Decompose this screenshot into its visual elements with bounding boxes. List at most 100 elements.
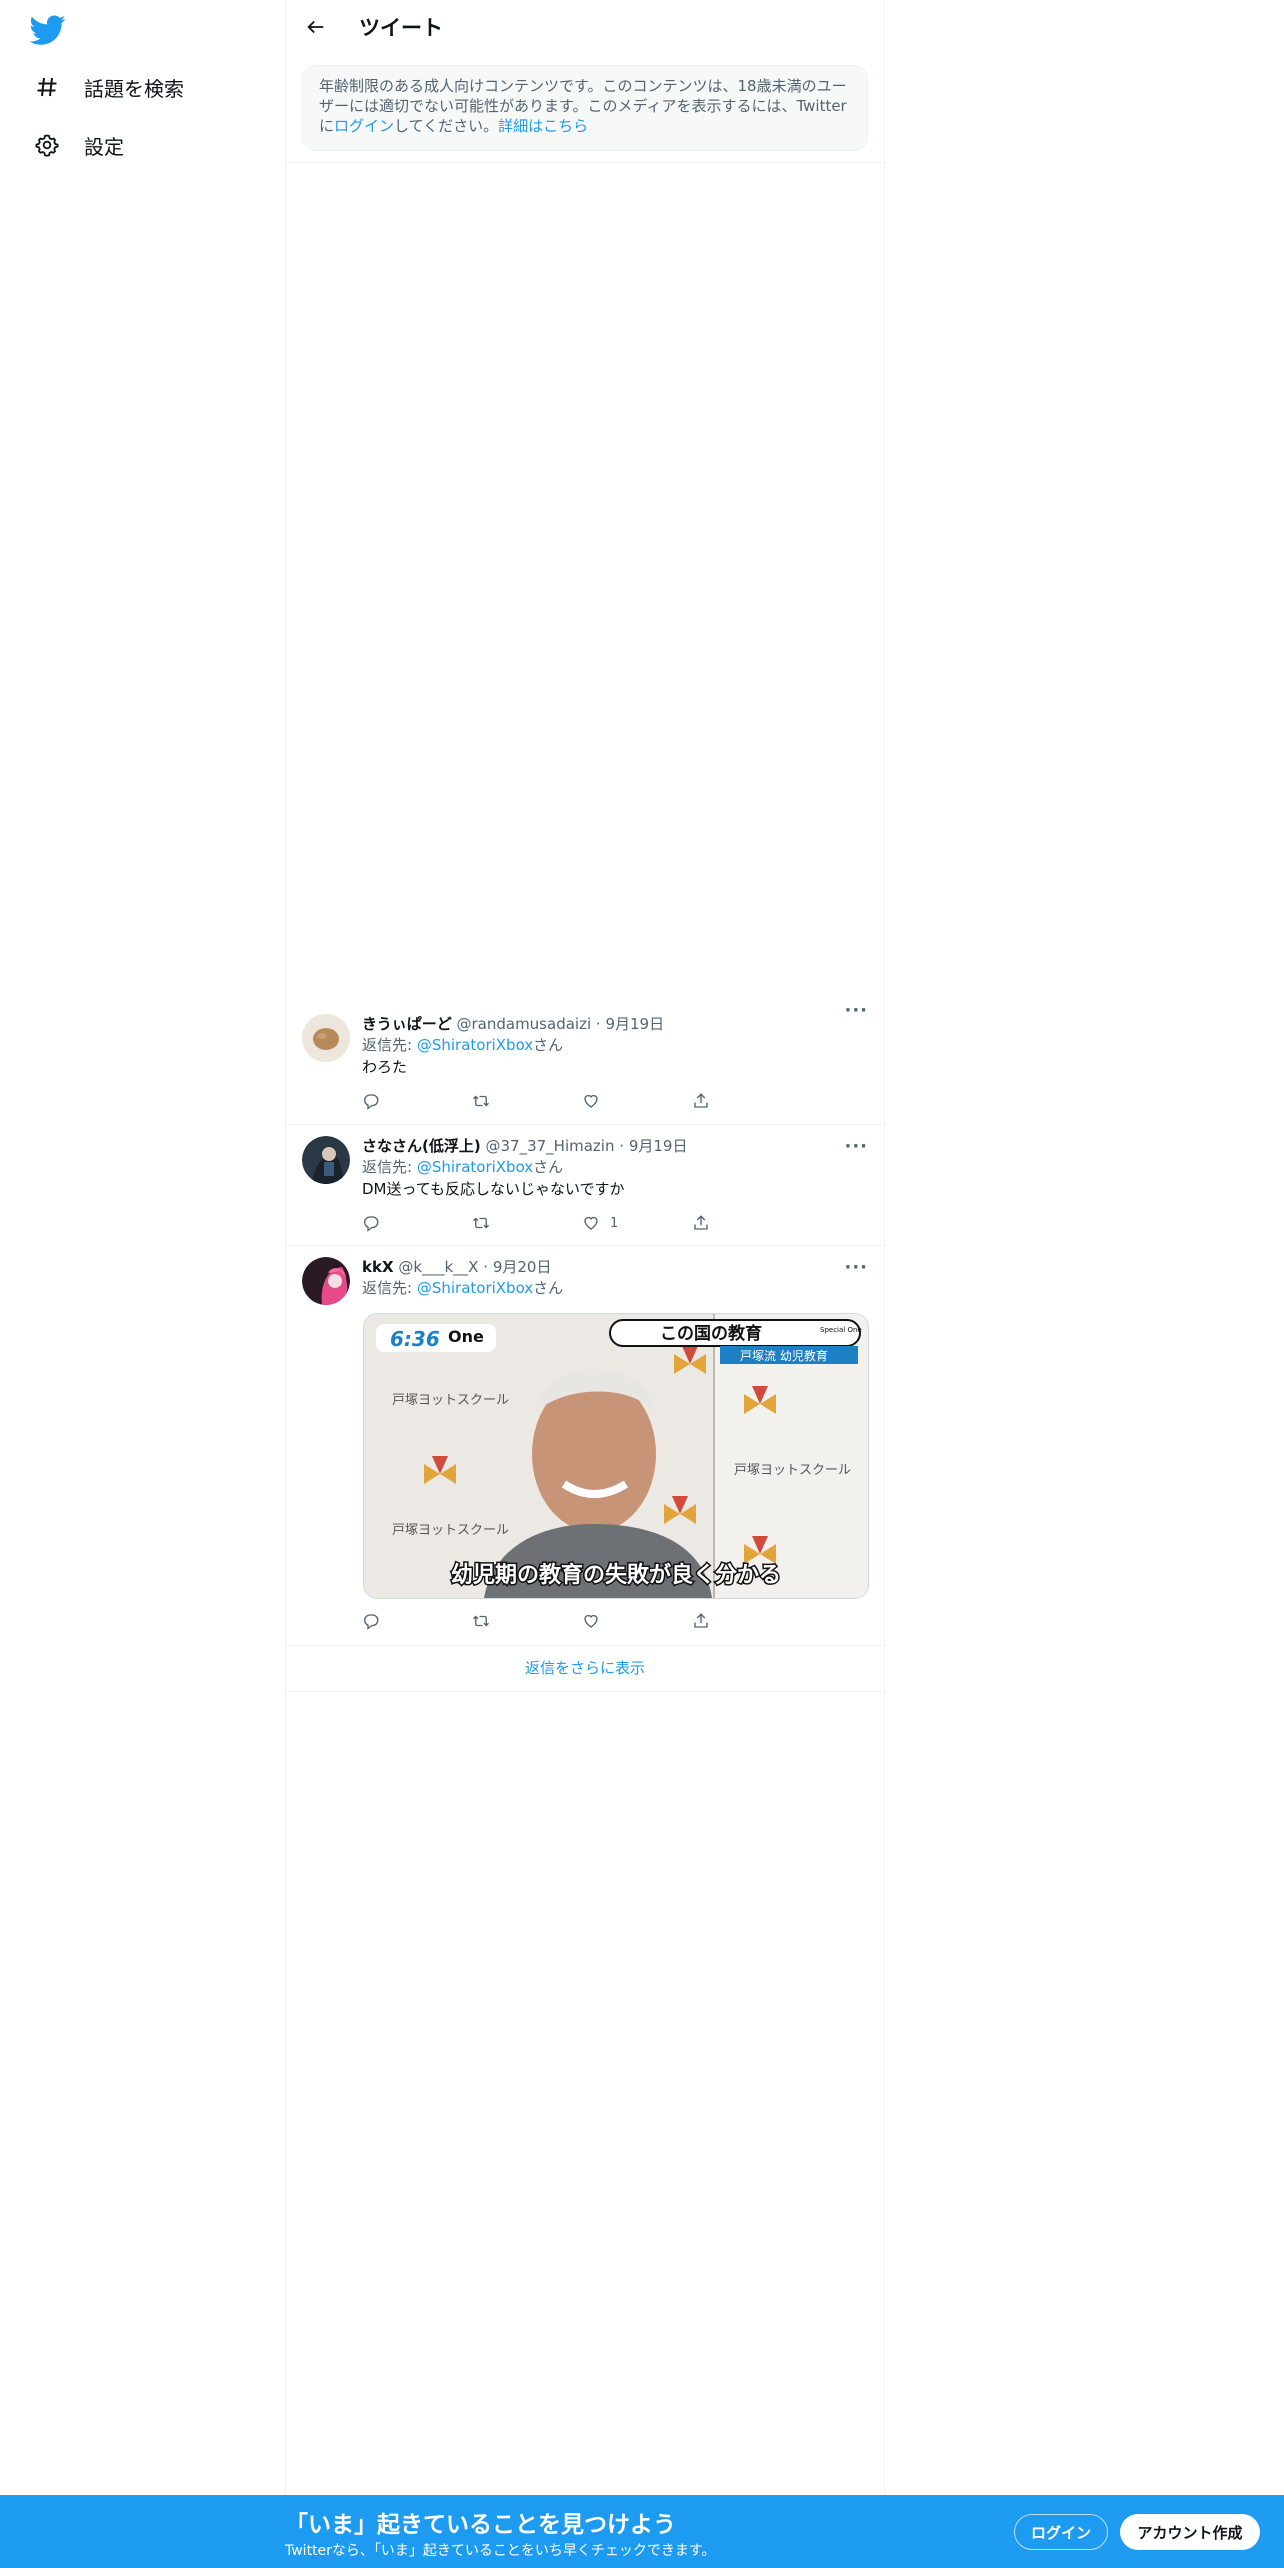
user-handle[interactable]: @randamusadaizi: [456, 1015, 591, 1033]
tweet-meta: さなさん(低浮上) @37_37_Himazin · 9月19日: [362, 1136, 868, 1156]
dot-separator: ·: [483, 1258, 489, 1276]
login-link[interactable]: ログイン: [334, 117, 394, 135]
more-options-icon[interactable]: ···: [844, 1000, 868, 1021]
wall-text: 戸塚ヨットスクール: [734, 1463, 851, 1478]
reply-suffix: さん: [533, 1036, 564, 1054]
reply-button[interactable]: [362, 1090, 472, 1112]
reply-mention-link[interactable]: @ShiratoriXbox: [417, 1036, 533, 1054]
login-button[interactable]: ログイン: [1014, 2514, 1108, 2550]
wall-text: 戸塚ヨットスクール: [392, 1393, 509, 1408]
share-icon: [694, 1613, 708, 1628]
tweet-actions: [362, 1090, 802, 1112]
tweet-body: kkX @k___k__X · 9月20日 返信先: @ShiratoriXbo…: [362, 1257, 868, 1299]
special-label: Special One: [820, 1326, 862, 1334]
avatar[interactable]: [302, 1136, 350, 1184]
sidebar-item-label: 話題を検索: [84, 76, 184, 101]
user-handle[interactable]: @37_37_Himazin: [486, 1137, 615, 1155]
twitter-bird-icon[interactable]: [29, 12, 66, 48]
reply-mention-link[interactable]: @ShiratoriXbox: [417, 1279, 533, 1297]
reply-icon: [364, 1216, 379, 1232]
broadcast-subheadline: 戸塚流 幼児教育: [740, 1348, 828, 1363]
tweet-actions: 1: [362, 1212, 802, 1234]
page-header: ツイート: [286, 0, 884, 54]
reply-to-line: 返信先: @ShiratoriXboxさん: [362, 1156, 868, 1178]
banner-headline: 「いま」起きていることを見つけよう: [285, 2512, 676, 2538]
reply-to-line: 返信先: @ShiratoriXboxさん: [362, 1034, 868, 1056]
share-button[interactable]: [692, 1090, 802, 1112]
hashtag-icon: [34, 74, 60, 100]
tweet-date[interactable]: 9月20日: [493, 1258, 552, 1276]
share-icon: [694, 1215, 708, 1230]
reply-suffix: さん: [533, 1158, 564, 1176]
tweet-body: きうぃぱーど @randamusadaizi · 9月19日 返信先: @Shi…: [362, 1014, 868, 1078]
retweet-button[interactable]: [472, 1212, 582, 1234]
signup-banner: 「いま」起きていることを見つけよう Twitterなら、「いま」起きていることを…: [0, 2495, 1284, 2568]
divider: [286, 1245, 884, 1246]
reply-icon: [364, 1094, 379, 1110]
tweet-meta: きうぃぱーど @randamusadaizi · 9月19日: [362, 1014, 868, 1034]
page-title: ツイート: [359, 16, 443, 40]
like-button[interactable]: [582, 1610, 692, 1632]
video-caption: 幼児期の教育の失敗が良く分かる: [451, 1562, 781, 1588]
divider: [286, 162, 884, 163]
main-column: ツイート 年齢制限のある成人向けコンテンツです。このコンテンツは、18歳未満のユ…: [285, 0, 885, 2495]
left-sidebar: 話題を検索 設定: [0, 0, 285, 2495]
sidebar-item-label: 設定: [84, 134, 124, 159]
divider: [286, 1691, 884, 1692]
display-name[interactable]: kkX: [362, 1258, 394, 1276]
tweet-text: DM送っても反応しないじゃないですか: [362, 1180, 625, 1198]
tweet-text: わろた: [362, 1058, 408, 1076]
reply-to-line: 返信先: @ShiratoriXboxさん: [362, 1277, 868, 1299]
arrow-left-icon[interactable]: [302, 13, 330, 41]
display-name[interactable]: きうぃぱーど: [362, 1015, 452, 1033]
retweet-icon: [473, 1217, 489, 1229]
reply-prefix: 返信先:: [362, 1036, 417, 1054]
more-options-icon[interactable]: ···: [844, 1136, 868, 1157]
reply-button[interactable]: [362, 1610, 472, 1632]
more-options-icon[interactable]: ···: [844, 1257, 868, 1278]
reply-prefix: 返信先:: [362, 1279, 417, 1297]
sidebar-item-explore[interactable]: 話題を検索: [34, 67, 184, 107]
display-name[interactable]: さなさん(低浮上): [362, 1137, 481, 1155]
sensitive-content-notice: 年齢制限のある成人向けコンテンツです。このコンテンツは、18歳未満のユーザーには…: [302, 65, 868, 151]
tweet-actions: [362, 1610, 802, 1632]
details-link[interactable]: 詳細はこちら: [498, 117, 588, 135]
reply-icon: [364, 1614, 379, 1630]
retweet-button[interactable]: [472, 1090, 582, 1112]
share-button[interactable]: [692, 1610, 802, 1632]
broadcast-headline: この国の教育: [660, 1323, 762, 1344]
like-count: 1: [610, 1215, 619, 1231]
reply-prefix: 返信先:: [362, 1158, 417, 1176]
reply-suffix: さん: [533, 1279, 564, 1297]
sidebar-item-settings[interactable]: 設定: [34, 125, 124, 165]
heart-icon: [584, 1094, 598, 1108]
tweet-date[interactable]: 9月19日: [605, 1015, 664, 1033]
tweet-body: さなさん(低浮上) @37_37_Himazin · 9月19日 返信先: @S…: [362, 1136, 868, 1200]
news-broadcast-image: 戸塚ヨットスクール 戸塚ヨットスクール 戸塚ヨットスクール 6:36 One こ…: [364, 1314, 868, 1598]
avatar[interactable]: [302, 1014, 350, 1062]
reply-button[interactable]: [362, 1212, 472, 1234]
tweet-media-image[interactable]: 戸塚ヨットスクール 戸塚ヨットスクール 戸塚ヨットスクール 6:36 One こ…: [363, 1313, 869, 1599]
tweet-date[interactable]: 9月19日: [629, 1137, 688, 1155]
dot-separator: ·: [595, 1015, 601, 1033]
reply-mention-link[interactable]: @ShiratoriXbox: [417, 1158, 533, 1176]
show-more-replies-link[interactable]: 返信をさらに表示: [286, 1645, 884, 1690]
like-button[interactable]: 1: [582, 1212, 692, 1234]
retweet-icon: [473, 1095, 489, 1107]
heart-icon: [584, 1216, 598, 1230]
like-button[interactable]: [582, 1090, 692, 1112]
signup-button[interactable]: アカウント作成: [1120, 2514, 1260, 2550]
heart-icon: [584, 1614, 598, 1628]
avatar[interactable]: [302, 1257, 350, 1305]
user-handle[interactable]: @k___k__X: [398, 1258, 478, 1276]
notice-text-2: してください。: [394, 117, 499, 135]
retweet-icon: [473, 1615, 489, 1627]
gear-icon: [34, 132, 60, 158]
broadcast-time: 6:36: [390, 1327, 440, 1351]
share-button[interactable]: [692, 1212, 802, 1234]
wall-text: 戸塚ヨットスクール: [392, 1523, 509, 1538]
retweet-button[interactable]: [472, 1610, 582, 1632]
banner-subtext: Twitterなら、「いま」起きていることをいち早くチェックできます。: [285, 2543, 716, 2559]
broadcast-brand: One: [448, 1327, 484, 1346]
dot-separator: ·: [619, 1137, 625, 1155]
